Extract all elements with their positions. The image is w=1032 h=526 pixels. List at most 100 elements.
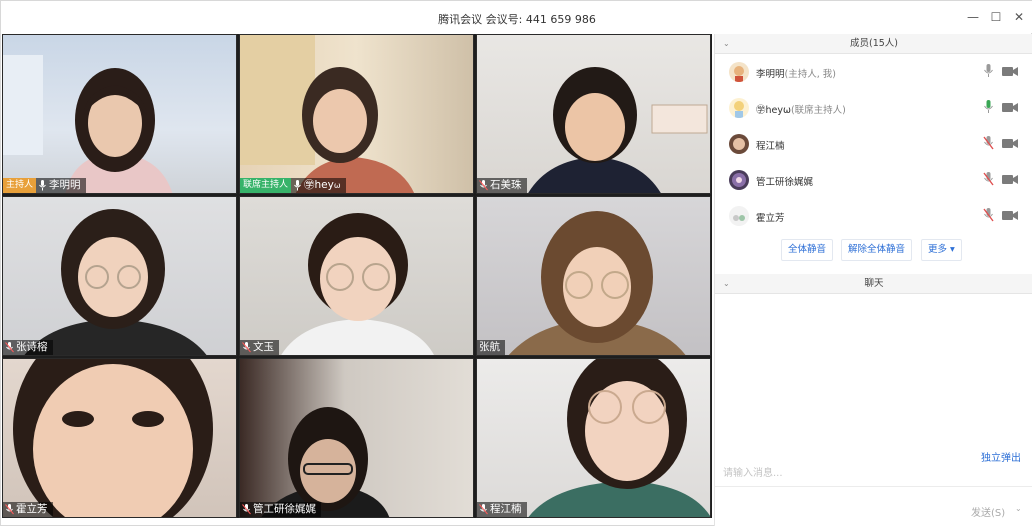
video-tile[interactable]: 管工研徐娓娓 — [239, 358, 474, 518]
member-actions: 全体静音 解除全体静音 更多 ▾ — [715, 239, 1032, 261]
camera-icon[interactable] — [1002, 174, 1018, 185]
member-name: 管工研徐娓娓 — [756, 177, 814, 188]
member-name: 李明明 — [756, 69, 785, 80]
participant-label: 张航 — [477, 340, 505, 355]
microphone-muted-icon[interactable] — [983, 172, 994, 186]
members-title: 成员(15人) — [849, 38, 898, 49]
participant-name: 石美珠 — [490, 179, 522, 191]
divider — [715, 486, 1032, 487]
participant-label: 主持人 李明明 — [3, 178, 86, 193]
participant-name: 程江楠 — [490, 503, 522, 515]
avatar — [729, 62, 749, 82]
microphone-muted-icon — [242, 342, 251, 353]
participant-name-box: 李明明 — [36, 178, 86, 193]
members-header[interactable]: ⌄ 成员(15人) — [715, 34, 1032, 54]
member-role: (联席主持人) — [790, 105, 846, 116]
video-tile[interactable]: 主持人 李明明 — [2, 34, 237, 194]
participant-video — [528, 359, 710, 517]
chat-messages — [715, 296, 1032, 446]
member-row[interactable]: 李明明(主持人, 我) — [715, 54, 1032, 90]
participant-name-box: 管工研徐娓娓 — [240, 502, 321, 517]
microphone-muted-icon — [5, 342, 14, 353]
member-name-line: 管工研徐娓娓 — [756, 174, 813, 188]
avatar — [729, 98, 749, 118]
avatar — [729, 134, 749, 154]
participant-name-prefix: ㊫ — [304, 179, 315, 191]
participant-label: 文玉 — [240, 340, 279, 355]
camera-icon[interactable] — [1002, 210, 1018, 221]
host-tag: 主持人 — [3, 178, 37, 193]
participant-name: 管工研徐娓娓 — [253, 503, 316, 515]
participant-name: 霍立芳 — [16, 503, 48, 515]
video-tile[interactable]: 联席主持人 ㊫ hey ω — [239, 34, 474, 194]
member-name-line: 程江楠 — [756, 138, 785, 152]
participant-name-box: 霍立芳 — [3, 502, 53, 517]
more-button[interactable]: 更多 ▾ — [921, 239, 962, 261]
video-tile[interactable]: 石美珠 — [476, 34, 711, 194]
participant-video — [281, 213, 434, 355]
popout-chat-link[interactable]: 独立弹出 — [981, 449, 1021, 464]
send-button[interactable]: 发送(S) — [971, 504, 1005, 519]
unmute-all-button[interactable]: 解除全体静音 — [841, 239, 913, 261]
participant-name-box: ㊫ hey ω — [291, 178, 346, 193]
participant-label: 管工研徐娓娓 — [240, 502, 321, 517]
participant-name-box: 文玉 — [240, 340, 279, 355]
send-options-chevron-icon[interactable]: ⌄ — [1015, 504, 1022, 513]
participant-name-box: 程江楠 — [477, 502, 527, 517]
camera-icon[interactable] — [1002, 102, 1018, 113]
microphone-muted-icon[interactable] — [983, 208, 994, 222]
microphone-muted-icon — [5, 504, 14, 515]
participant-video — [3, 55, 173, 193]
mute-all-button[interactable]: 全体静音 — [781, 239, 834, 261]
title-bar: 腾讯会议 会议号: 441 659 986 — ☐ ✕ — [1, 1, 1032, 33]
member-row[interactable]: ㊫heyω(联席主持人) — [715, 90, 1032, 126]
chat-header[interactable]: ⌄ 聊天 — [715, 274, 1032, 294]
chevron-down-icon[interactable]: ⌄ — [723, 34, 730, 54]
member-name-line: ㊫heyω(联席主持人) — [756, 102, 846, 116]
participant-video — [508, 211, 686, 355]
window-title: 腾讯会议 会议号: 441 659 986 — [438, 13, 596, 26]
video-tile[interactable]: 张航 — [476, 196, 711, 356]
participant-name: 李明明 — [49, 179, 81, 191]
side-panel: ⌄ 成员(15人) 李明明(主持人, 我) ㊫heyω(联席主持人) 程江楠 管… — [714, 34, 1032, 526]
participant-video — [24, 209, 207, 355]
member-name-line: 李明明(主持人, 我) — [756, 66, 836, 80]
participant-label: 程江楠 — [477, 502, 527, 517]
microphone-muted-icon — [242, 504, 251, 515]
video-tile[interactable]: 霍立芳 — [2, 358, 237, 518]
participant-label: 张诗榕 — [3, 340, 53, 355]
close-button[interactable]: ✕ — [1009, 7, 1029, 27]
participant-name-suffix: ω — [333, 181, 341, 190]
participant-name: 文玉 — [253, 341, 274, 353]
video-tile[interactable]: 张诗榕 — [2, 196, 237, 356]
microphone-active-icon[interactable] — [983, 100, 994, 114]
camera-icon[interactable] — [1002, 66, 1018, 77]
member-row[interactable]: 管工研徐娓娓 — [715, 162, 1032, 198]
participant-label: 石美珠 — [477, 178, 527, 193]
avatar — [729, 170, 749, 190]
video-grid: 主持人 李明明 联席主持人 ㊫ hey ω 石美珠 张诗榕 文玉 张航 霍立芳 … — [2, 34, 712, 518]
camera-icon[interactable] — [1002, 138, 1018, 149]
member-name-line: 霍立芳 — [756, 210, 785, 224]
participant-label: 霍立芳 — [3, 502, 53, 517]
microphone-icon — [294, 180, 301, 191]
member-name: 霍立芳 — [756, 213, 785, 224]
participant-name-box: 张诗榕 — [3, 340, 53, 355]
member-row[interactable]: 霍立芳 — [715, 198, 1032, 234]
video-tile[interactable]: 文玉 — [239, 196, 474, 356]
minimize-button[interactable]: — — [963, 7, 983, 27]
microphone-muted-icon — [479, 180, 488, 191]
chat-input[interactable]: 请输入消息... — [723, 464, 783, 479]
video-tile[interactable]: 程江楠 — [476, 358, 711, 518]
participant-video — [528, 67, 708, 193]
participant-video — [240, 35, 415, 193]
chevron-down-icon[interactable]: ⌄ — [723, 274, 730, 294]
participant-name: 张航 — [479, 341, 500, 353]
member-row[interactable]: 程江楠 — [715, 126, 1032, 162]
participant-label: 联席主持人 ㊫ hey ω — [240, 178, 346, 193]
participant-name: 张诗榕 — [16, 341, 48, 353]
microphone-icon[interactable] — [983, 64, 994, 78]
microphone-muted-icon[interactable] — [983, 136, 994, 150]
microphone-muted-icon — [479, 504, 488, 515]
maximize-button[interactable]: ☐ — [986, 7, 1006, 27]
